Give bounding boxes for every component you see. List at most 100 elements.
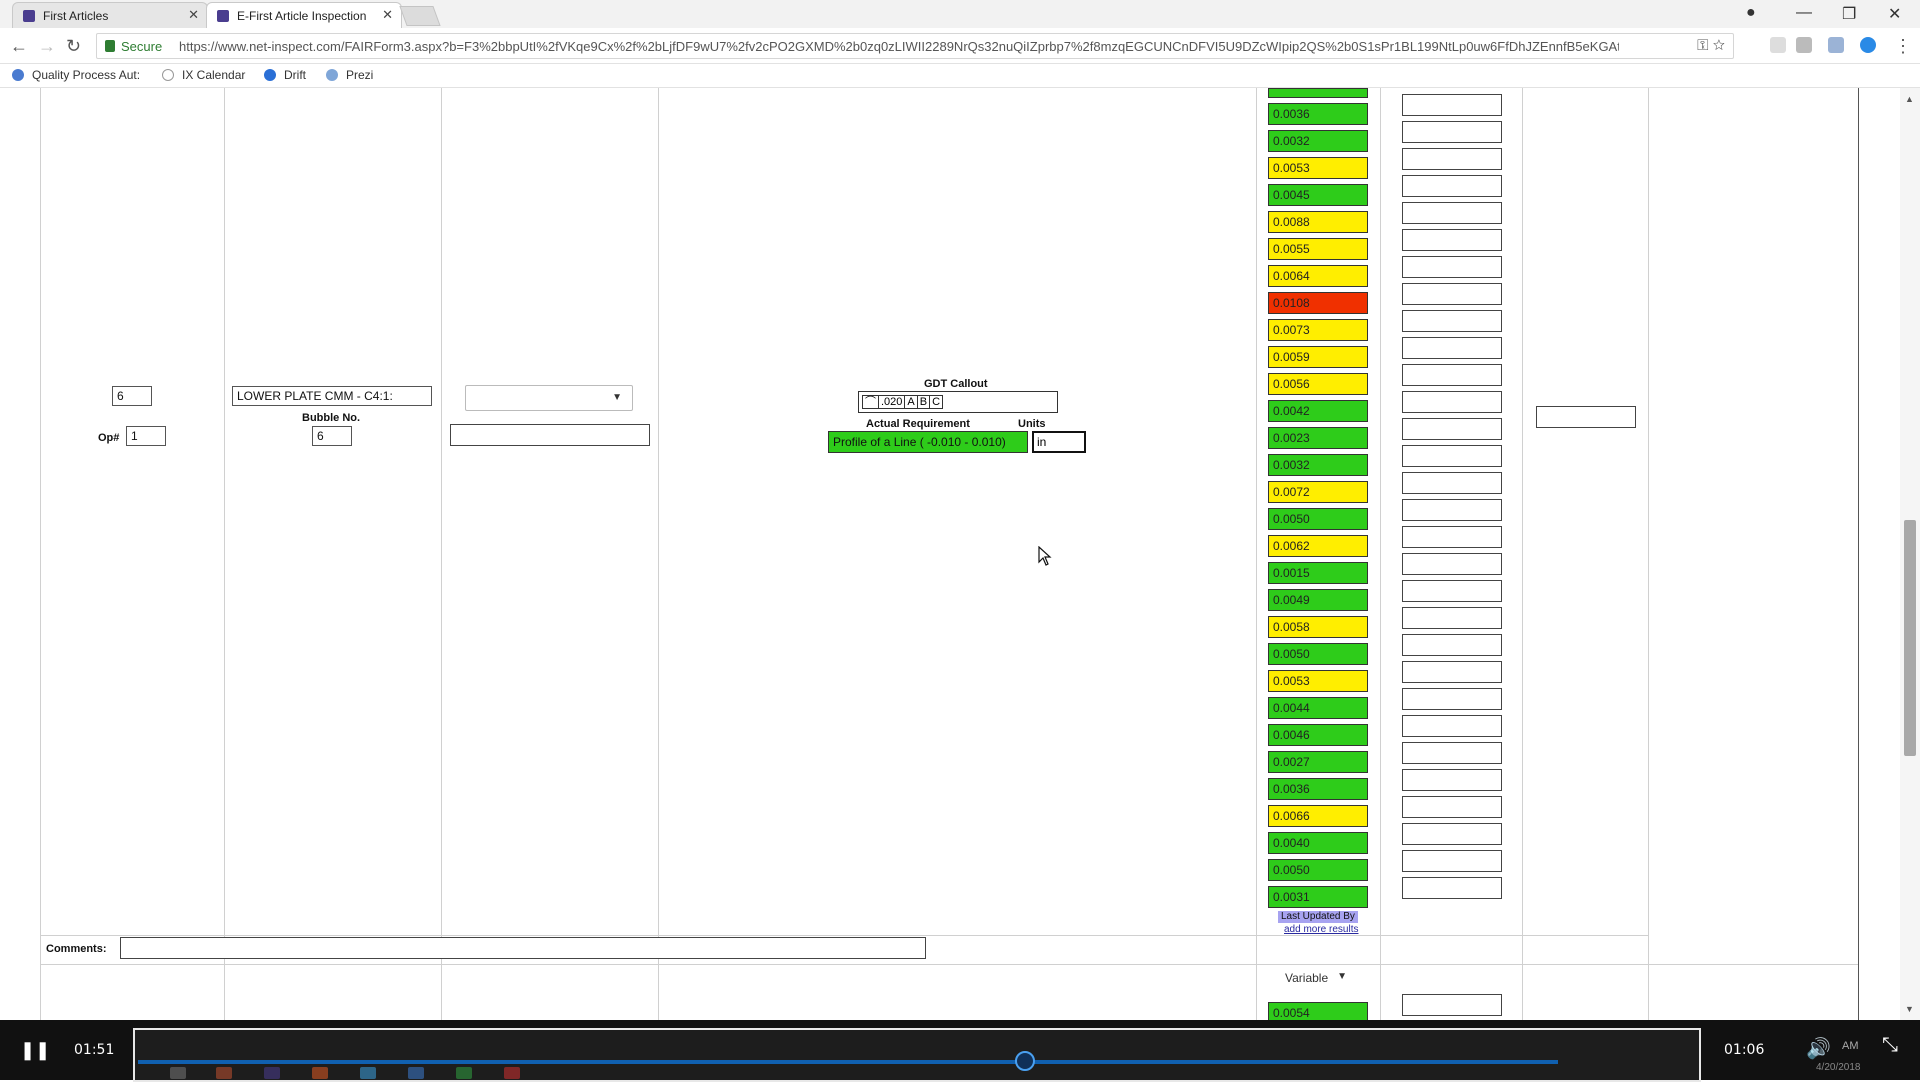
reading-box[interactable] bbox=[1402, 445, 1502, 467]
reading-box[interactable] bbox=[1402, 580, 1502, 602]
extension-icon[interactable] bbox=[1860, 37, 1876, 53]
result-value-field[interactable]: 0.0066 bbox=[1268, 805, 1368, 827]
scroll-thumb[interactable] bbox=[1904, 520, 1916, 756]
result-value-field[interactable]: 0.0046 bbox=[1268, 724, 1368, 746]
reading-box[interactable] bbox=[1402, 742, 1502, 764]
result-value-field[interactable] bbox=[1268, 88, 1368, 98]
new-tab-button[interactable] bbox=[399, 6, 441, 26]
characteristic-type-select[interactable]: ▼ bbox=[465, 385, 633, 411]
result-value-field[interactable]: 0.0036 bbox=[1268, 103, 1368, 125]
reading-box[interactable] bbox=[1402, 877, 1502, 899]
result-value-field[interactable]: 0.0050 bbox=[1268, 859, 1368, 881]
reading-box[interactable] bbox=[1402, 472, 1502, 494]
reading-box[interactable] bbox=[1402, 688, 1502, 710]
balloon-number-field[interactable]: 6 bbox=[112, 386, 152, 406]
reading-box[interactable] bbox=[1402, 256, 1502, 278]
notes-field[interactable] bbox=[450, 424, 650, 446]
result-value-field[interactable]: 0.0050 bbox=[1268, 508, 1368, 530]
disposition-field[interactable] bbox=[1536, 406, 1636, 428]
gdt-callout-field[interactable]: ⌒ .020 A B C bbox=[858, 391, 1058, 413]
result-value-field[interactable]: 0.0036 bbox=[1268, 778, 1368, 800]
close-icon[interactable]: ✕ bbox=[188, 7, 199, 23]
close-window-button[interactable]: ✕ bbox=[1888, 4, 1901, 24]
reading-box[interactable] bbox=[1402, 634, 1502, 656]
result-value-field[interactable]: 0.0042 bbox=[1268, 400, 1368, 422]
reading-box[interactable] bbox=[1402, 553, 1502, 575]
reading-box[interactable] bbox=[1402, 391, 1502, 413]
reading-box[interactable] bbox=[1402, 418, 1502, 440]
result-value-field[interactable]: 0.0045 bbox=[1268, 184, 1368, 206]
result-value-field[interactable]: 0.0108 bbox=[1268, 292, 1368, 314]
reading-box[interactable] bbox=[1402, 94, 1502, 116]
result-value-field[interactable]: 0.0064 bbox=[1268, 265, 1368, 287]
op-number-field[interactable]: 1 bbox=[126, 426, 166, 446]
reading-box[interactable] bbox=[1402, 715, 1502, 737]
bookmark-ix-calendar[interactable]: IX Calendar bbox=[162, 68, 245, 82]
result-value-field[interactable]: 0.0053 bbox=[1268, 157, 1368, 179]
reading-box[interactable] bbox=[1402, 202, 1502, 224]
scroll-down-icon[interactable]: ▼ bbox=[1905, 1004, 1914, 1014]
result-value-field[interactable]: 0.0049 bbox=[1268, 589, 1368, 611]
reading-box[interactable] bbox=[1402, 796, 1502, 818]
seek-progress[interactable] bbox=[138, 1060, 1558, 1064]
restore-button[interactable]: ❐ bbox=[1842, 4, 1856, 24]
reading-box[interactable] bbox=[1402, 310, 1502, 332]
reading-box[interactable] bbox=[1402, 994, 1502, 1016]
scroll-up-icon[interactable]: ▲ bbox=[1905, 94, 1914, 104]
result-value-field[interactable]: 0.0023 bbox=[1268, 427, 1368, 449]
result-value-field[interactable]: 0.0050 bbox=[1268, 643, 1368, 665]
reading-box[interactable] bbox=[1402, 364, 1502, 386]
result-value-field[interactable]: 0.0056 bbox=[1268, 373, 1368, 395]
forward-icon[interactable]: → bbox=[38, 36, 56, 57]
requirement-field[interactable]: Profile of a Line ( -0.010 - 0.010) bbox=[828, 431, 1028, 453]
reading-box[interactable] bbox=[1402, 823, 1502, 845]
result-value-field[interactable]: 0.0027 bbox=[1268, 751, 1368, 773]
reading-box[interactable] bbox=[1402, 499, 1502, 521]
pause-icon[interactable]: ❚❚ bbox=[20, 1040, 50, 1061]
reading-box[interactable] bbox=[1402, 607, 1502, 629]
bookmark-drift[interactable]: Drift bbox=[264, 68, 306, 82]
bubble-number-field[interactable]: 6 bbox=[312, 426, 352, 446]
bookmark-star-icon[interactable]: ⚿ ☆ bbox=[1697, 37, 1725, 54]
result-value-field[interactable]: 0.0040 bbox=[1268, 832, 1368, 854]
result-value-field[interactable]: 0.0058 bbox=[1268, 616, 1368, 638]
menu-icon[interactable]: ⋮ bbox=[1894, 36, 1912, 57]
reading-box[interactable] bbox=[1402, 283, 1502, 305]
result-value-field[interactable]: 0.0054 bbox=[1268, 1002, 1368, 1020]
seek-knob[interactable] bbox=[1014, 1051, 1035, 1071]
result-value-field[interactable]: 0.0055 bbox=[1268, 238, 1368, 260]
reading-box[interactable] bbox=[1402, 661, 1502, 683]
characteristic-field[interactable]: LOWER PLATE CMM - C4:1: bbox=[232, 386, 432, 406]
reading-box[interactable] bbox=[1402, 526, 1502, 548]
reading-box[interactable] bbox=[1402, 148, 1502, 170]
result-value-field[interactable]: 0.0053 bbox=[1268, 670, 1368, 692]
add-more-results-link[interactable]: add more results bbox=[1284, 924, 1358, 935]
result-type-select[interactable]: Variable ▼ bbox=[1277, 966, 1357, 990]
result-value-field[interactable]: 0.0073 bbox=[1268, 319, 1368, 341]
reading-box[interactable] bbox=[1402, 175, 1502, 197]
result-value-field[interactable]: 0.0088 bbox=[1268, 211, 1368, 233]
comments-field[interactable] bbox=[120, 937, 926, 959]
tab-first-articles[interactable]: First Articles ✕ bbox=[12, 2, 208, 28]
extension-icon[interactable] bbox=[1828, 37, 1844, 53]
result-value-field[interactable]: 0.0072 bbox=[1268, 481, 1368, 503]
bookmark-quality-process[interactable]: Quality Process Aut: bbox=[12, 68, 140, 82]
reload-icon[interactable]: ↻ bbox=[66, 36, 81, 57]
result-value-field[interactable]: 0.0044 bbox=[1268, 697, 1368, 719]
vertical-scrollbar[interactable]: ▲ ▼ bbox=[1900, 88, 1920, 1020]
result-value-field[interactable]: 0.0032 bbox=[1268, 130, 1368, 152]
reading-box[interactable] bbox=[1402, 229, 1502, 251]
close-icon[interactable]: ✕ bbox=[382, 7, 393, 23]
reading-box[interactable] bbox=[1402, 121, 1502, 143]
address-bar[interactable]: Secure https://www.net-inspect.com/FAIRF… bbox=[96, 33, 1734, 59]
result-value-field[interactable]: 0.0031 bbox=[1268, 886, 1368, 908]
result-value-field[interactable]: 0.0059 bbox=[1268, 346, 1368, 368]
tab-e-first-article-inspection[interactable]: E-First Article Inspection ✕ bbox=[206, 2, 402, 28]
url-text[interactable]: https://www.net-inspect.com/FAIRForm3.as… bbox=[179, 39, 1619, 54]
back-icon[interactable]: ← bbox=[10, 36, 28, 57]
reading-box[interactable] bbox=[1402, 850, 1502, 872]
extension-icon[interactable] bbox=[1770, 37, 1786, 53]
bookmark-prezi[interactable]: Prezi bbox=[326, 68, 373, 82]
account-icon[interactable]: ● bbox=[1746, 4, 1756, 22]
result-value-field[interactable]: 0.0032 bbox=[1268, 454, 1368, 476]
